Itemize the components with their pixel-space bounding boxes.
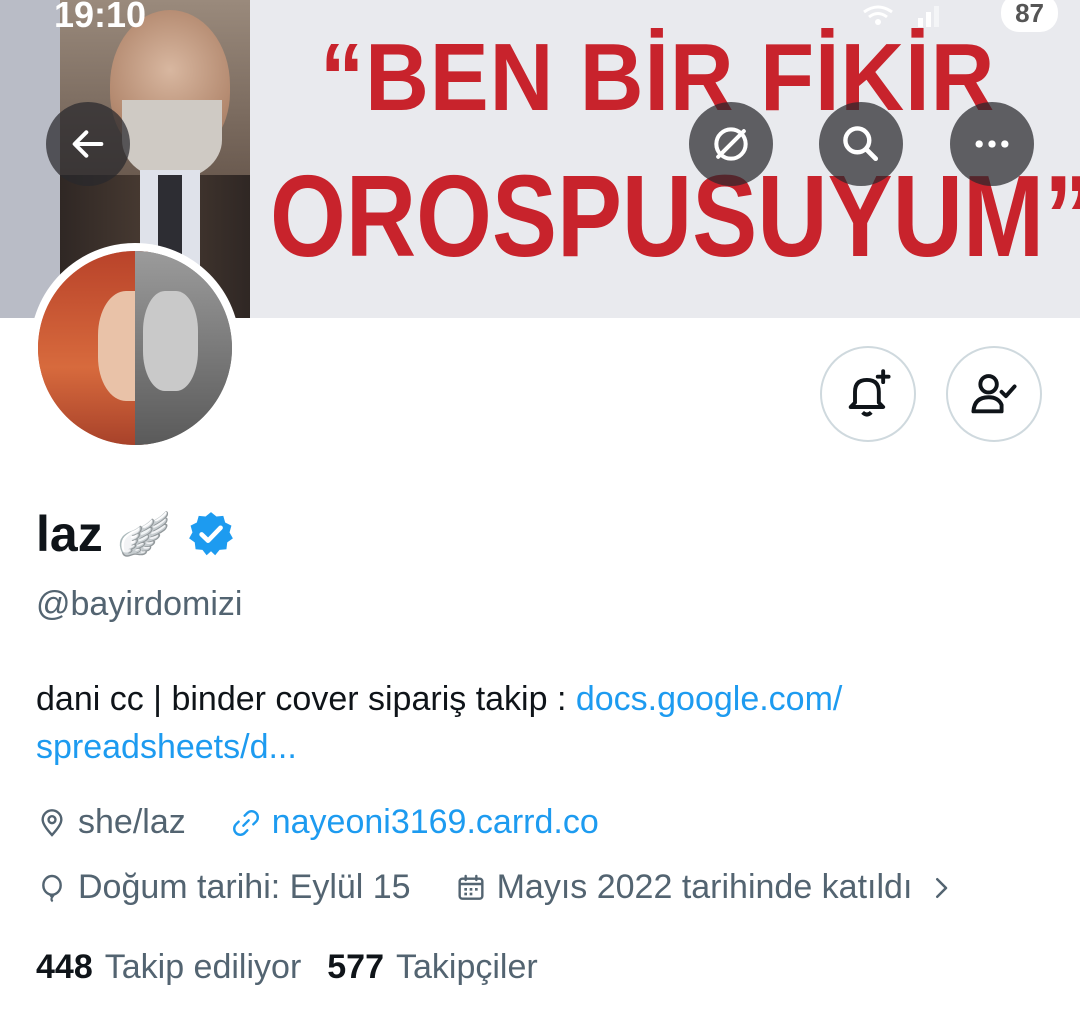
- bio-link-part1[interactable]: docs.google.com/: [576, 680, 843, 718]
- location-icon: [41, 808, 63, 837]
- profile-bio: dani cc | binder cover sipariş takip : d…: [36, 675, 1046, 771]
- profile-handle: @bayirdomizi: [36, 585, 243, 623]
- banner-text-line1: “BEN BİR FİKİR: [320, 24, 996, 131]
- grok-button[interactable]: [689, 102, 773, 186]
- follow-stats: 448 Takip ediliyor 577 Takipçiler: [36, 948, 564, 987]
- notifications-button[interactable]: [820, 346, 916, 442]
- search-button[interactable]: [819, 102, 903, 186]
- followers-stat[interactable]: 577 Takipçiler: [327, 948, 537, 987]
- following-count[interactable]: 448: [36, 948, 93, 987]
- following-button[interactable]: [946, 346, 1042, 442]
- calendar-icon: [458, 874, 484, 900]
- more-button[interactable]: [950, 102, 1034, 186]
- birthday-text: Doğum tarihi: Eylül 15: [78, 868, 411, 906]
- location-item: she/laz: [36, 803, 186, 842]
- banner-text-line2: OROSPUSUYUM”: [270, 151, 1080, 281]
- link-icon: [232, 809, 259, 836]
- more-icon: [975, 140, 1009, 148]
- notification-bell-plus-icon: [848, 369, 891, 417]
- bio-link-part2[interactable]: spreadsheets/d...: [36, 728, 297, 766]
- followers-label[interactable]: Takipçiler: [396, 948, 538, 987]
- avatar-image: [38, 251, 232, 445]
- back-arrow-icon: [72, 130, 104, 158]
- back-button[interactable]: [46, 102, 130, 186]
- website-link[interactable]: nayeoni3169.carrd.co: [272, 803, 599, 842]
- birthday-item: Doğum tarihi: Eylül 15: [36, 868, 411, 907]
- birthday-balloon-icon: [42, 874, 62, 902]
- following-label[interactable]: Takip ediliyor: [105, 948, 302, 987]
- website-item[interactable]: nayeoni3169.carrd.co: [230, 803, 599, 842]
- profile-meta-row-2: Doğum tarihi: Eylül 15 Mayıs 2022 tarihi…: [36, 868, 966, 907]
- display-name: laz: [36, 506, 103, 562]
- chevron-right-icon[interactable]: [926, 873, 956, 903]
- status-time: 19:10: [54, 0, 147, 35]
- profile-name-row: laz 🪽: [36, 505, 236, 563]
- location-text: she/laz: [78, 803, 186, 841]
- profile-meta-row-1: she/laz nayeoni3169.carrd.co: [36, 803, 643, 842]
- joined-text: Mayıs 2022 tarihinde katıldı: [496, 868, 913, 906]
- wing-emoji: 🪽: [116, 510, 172, 559]
- following-person-check-icon: [971, 374, 1017, 414]
- search-icon: [843, 126, 879, 162]
- verified-badge-icon[interactable]: [186, 509, 236, 559]
- avatar[interactable]: [30, 243, 240, 453]
- followers-count[interactable]: 577: [327, 948, 384, 987]
- signal-icon: [860, 2, 950, 35]
- following-stat[interactable]: 448 Takip ediliyor: [36, 948, 301, 987]
- bio-text: dani cc | binder cover sipariş takip :: [36, 680, 576, 718]
- battery-indicator: 87: [1001, 0, 1058, 32]
- grok-icon: [714, 127, 748, 161]
- joined-item: Mayıs 2022 tarihinde katıldı: [455, 868, 913, 907]
